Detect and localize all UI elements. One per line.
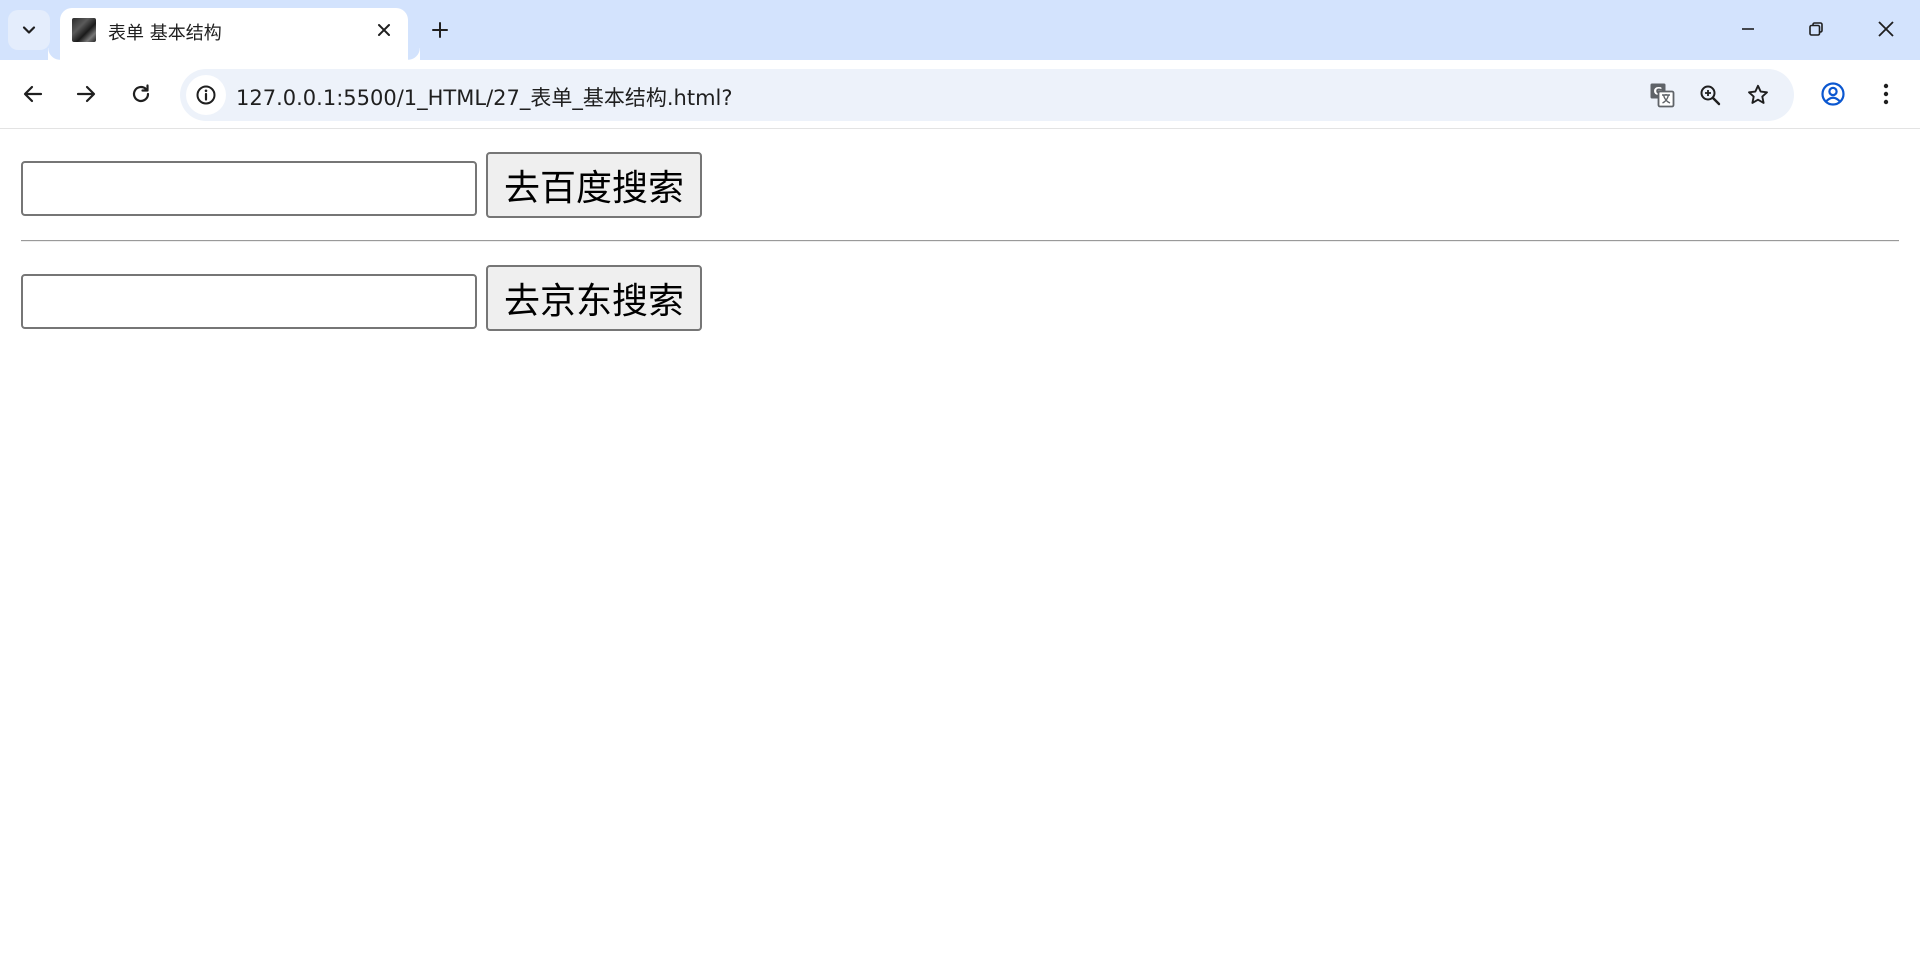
close-icon <box>1877 20 1895 38</box>
tab-strip: 表单 基本结构 <box>0 0 1920 60</box>
chevron-down-icon <box>21 22 37 38</box>
account-icon <box>1820 81 1846 107</box>
url-text[interactable]: 127.0.0.1:5500/1_HTML/27_表单_基本结构.html? <box>236 82 733 112</box>
arrow-right-icon <box>75 83 97 105</box>
tab-search-button[interactable] <box>8 10 50 50</box>
browser-toolbar: 127.0.0.1:5500/1_HTML/27_表单_基本结构.html? G <box>0 60 1920 129</box>
back-button[interactable] <box>13 74 53 114</box>
zoom-in-icon[interactable] <box>1692 77 1728 113</box>
close-window-button[interactable] <box>1852 0 1920 58</box>
active-tab[interactable]: 表单 基本结构 <box>60 8 420 60</box>
reload-icon <box>130 83 152 105</box>
minimize-icon <box>1740 21 1756 37</box>
restore-button[interactable] <box>1782 0 1850 58</box>
reload-button[interactable] <box>121 74 161 114</box>
menu-button[interactable] <box>1866 74 1906 114</box>
address-bar[interactable]: 127.0.0.1:5500/1_HTML/27_表单_基本结构.html? G <box>180 69 1794 121</box>
star-icon[interactable] <box>1740 77 1776 113</box>
info-icon <box>195 84 217 106</box>
forward-button[interactable] <box>66 74 106 114</box>
translate-icon[interactable]: G <box>1644 77 1680 113</box>
restore-icon <box>1808 21 1824 37</box>
baidu-search-button[interactable]: 去百度搜索 <box>486 152 702 218</box>
profile-button[interactable] <box>1813 74 1853 114</box>
site-info-button[interactable] <box>186 75 226 115</box>
tab-title: 表单 基本结构 <box>108 23 222 44</box>
minimize-button[interactable] <box>1714 0 1782 58</box>
page-content: 去百度搜索 去京东搜索 <box>0 130 1920 960</box>
tab-close-icon[interactable] <box>370 16 398 44</box>
divider <box>21 240 1899 242</box>
jd-search-input[interactable] <box>21 274 477 329</box>
plus-icon <box>430 20 450 40</box>
favicon-icon <box>72 18 96 42</box>
jd-search-button[interactable]: 去京东搜索 <box>486 265 702 331</box>
more-vert-icon <box>1882 82 1890 106</box>
new-tab-button[interactable] <box>422 12 458 48</box>
baidu-search-input[interactable] <box>21 161 477 216</box>
arrow-left-icon <box>22 83 44 105</box>
